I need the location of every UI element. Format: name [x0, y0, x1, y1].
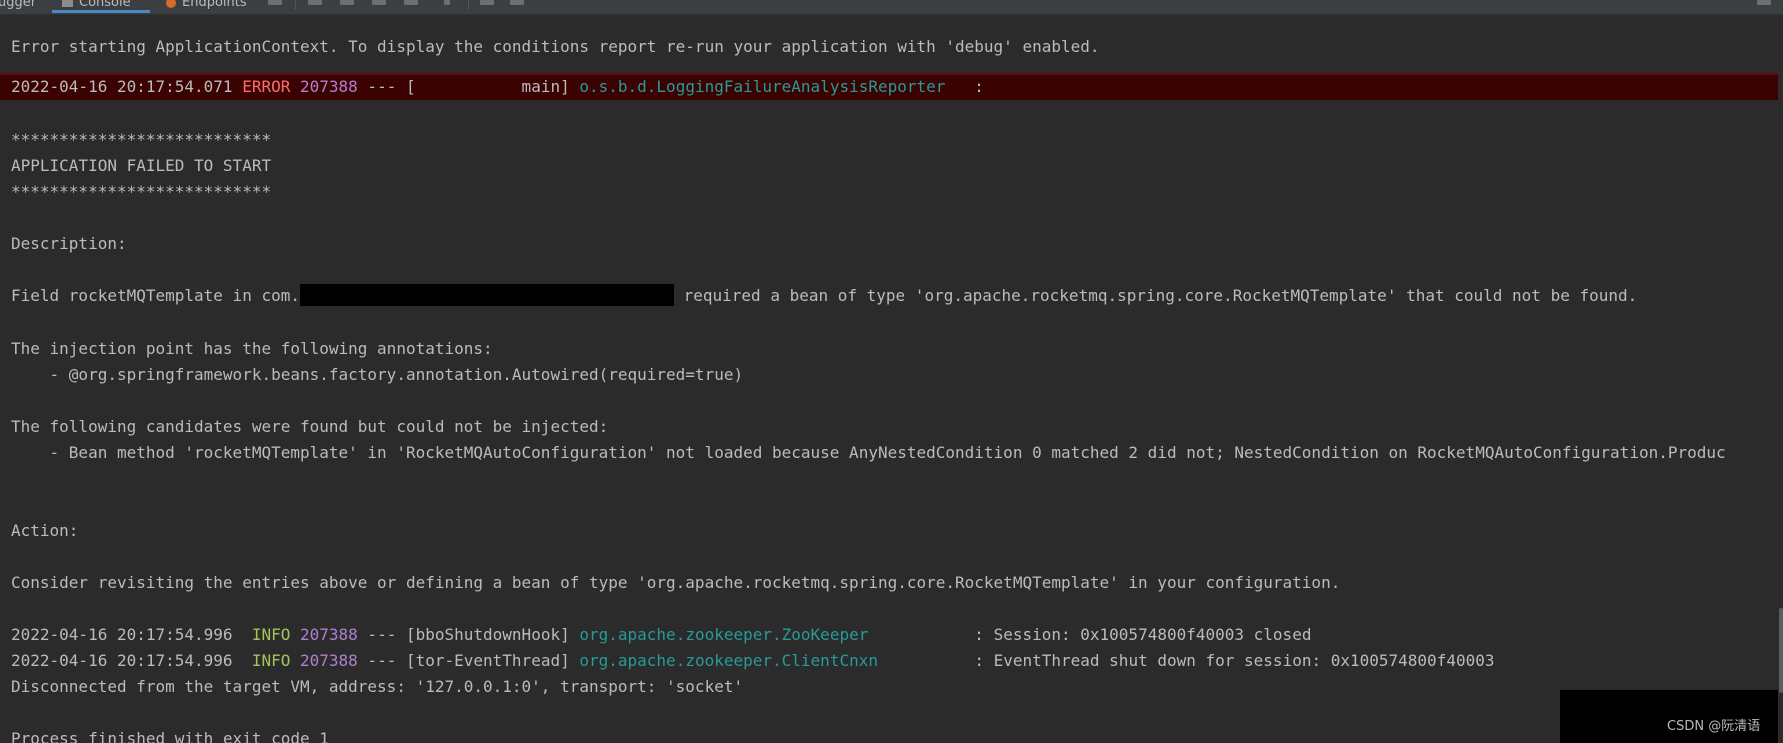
settings-icon[interactable]: [1757, 0, 1771, 5]
console-line: Action:: [11, 521, 79, 540]
log-level-error: ERROR: [242, 77, 291, 96]
console-icon: [62, 0, 73, 7]
console-line: Consider revisiting the entries above or…: [11, 573, 1341, 592]
console-line: - Bean method 'rocketMQTemplate' in 'Roc…: [11, 443, 1726, 462]
field-text-end: required a bean of type 'org.apache.rock…: [673, 286, 1638, 305]
tool-window-bar: ugger Console Endpoints: [0, 0, 1783, 15]
console-line: ***************************: [11, 130, 272, 149]
log-level-info: INFO: [251, 625, 291, 644]
console-line: Field rocketMQTemplate in com. required …: [11, 283, 1637, 309]
log-line-info: 2022-04-16 20:17:54.996 INFO 207388 --- …: [11, 648, 1494, 674]
endpoints-icon: [166, 0, 176, 8]
console-line: APPLICATION FAILED TO START: [11, 156, 272, 175]
console-line: Disconnected from the target VM, address…: [11, 677, 744, 696]
log-thread: --- [bboShutdownHook]: [357, 625, 580, 644]
trace-icon[interactable]: [510, 0, 524, 5]
console-line: Process finished with exit code 1: [11, 729, 329, 743]
log-level-info: INFO: [251, 651, 291, 670]
log-thread: --- [tor-EventThread]: [357, 651, 580, 670]
watermark: CSDN @阮清语: [1667, 719, 1761, 734]
console-line: Description:: [11, 234, 127, 253]
log-logger-link[interactable]: org.apache.zookeeper.ClientCnxn: [579, 651, 878, 670]
tab-debugger[interactable]: ugger: [0, 0, 36, 10]
log-logger-link[interactable]: org.apache.zookeeper.ZooKeeper: [579, 625, 868, 644]
toolbar-separator: [468, 0, 469, 10]
log-timestamp: 2022-04-16 20:17:54.071: [11, 77, 243, 96]
step-over-icon[interactable]: [308, 0, 322, 5]
field-text-start: Field rocketMQTemplate in com.: [11, 286, 300, 305]
log-message: : EventThread shut down for session: 0x1…: [877, 651, 1495, 670]
console-line: The injection point has the following an…: [11, 339, 493, 358]
log-pid: 207388: [290, 651, 358, 670]
log-line-error: 2022-04-16 20:17:54.071 ERROR 207388 ---…: [11, 74, 984, 100]
step-out-icon[interactable]: [404, 0, 418, 5]
active-tab-indicator: [52, 10, 150, 13]
scrollbar-thumb[interactable]: [1779, 608, 1783, 693]
log-logger-link[interactable]: o.s.b.d.LoggingFailureAnalysisReporter: [579, 77, 945, 96]
log-thread: --- [ main]: [357, 77, 580, 96]
log-message: :: [945, 77, 984, 96]
tab-endpoints[interactable]: Endpoints: [166, 0, 247, 10]
tab-endpoints-label: Endpoints: [182, 0, 247, 10]
log-timestamp: 2022-04-16 20:17:54.996: [11, 651, 252, 670]
log-pid: 207388: [290, 77, 358, 96]
console-line: The following candidates were found but …: [11, 417, 609, 436]
tab-console-label: Console: [79, 0, 131, 10]
step-into-icon[interactable]: [340, 0, 354, 5]
tab-console[interactable]: Console: [62, 0, 131, 10]
toolbar-separator: [295, 0, 296, 10]
force-step-into-icon[interactable]: [372, 0, 386, 5]
log-message: : Session: 0x100574800f40003 closed: [868, 625, 1312, 644]
log-pid: 207388: [290, 625, 358, 644]
log-timestamp: 2022-04-16 20:17:54.996: [11, 625, 252, 644]
evaluate-expression-icon[interactable]: [480, 0, 494, 5]
redaction-block: [299, 283, 674, 306]
log-line-info: 2022-04-16 20:17:54.996 INFO 207388 --- …: [11, 622, 1311, 648]
restore-layout-icon[interactable]: [268, 0, 282, 5]
console-line: Error starting ApplicationContext. To di…: [11, 37, 1100, 56]
console-line: - @org.springframework.beans.factory.ann…: [11, 365, 744, 384]
console-line: ***************************: [11, 182, 272, 201]
run-to-cursor-icon[interactable]: [444, 0, 450, 5]
console-output[interactable]: Error starting ApplicationContext. To di…: [0, 15, 1778, 743]
